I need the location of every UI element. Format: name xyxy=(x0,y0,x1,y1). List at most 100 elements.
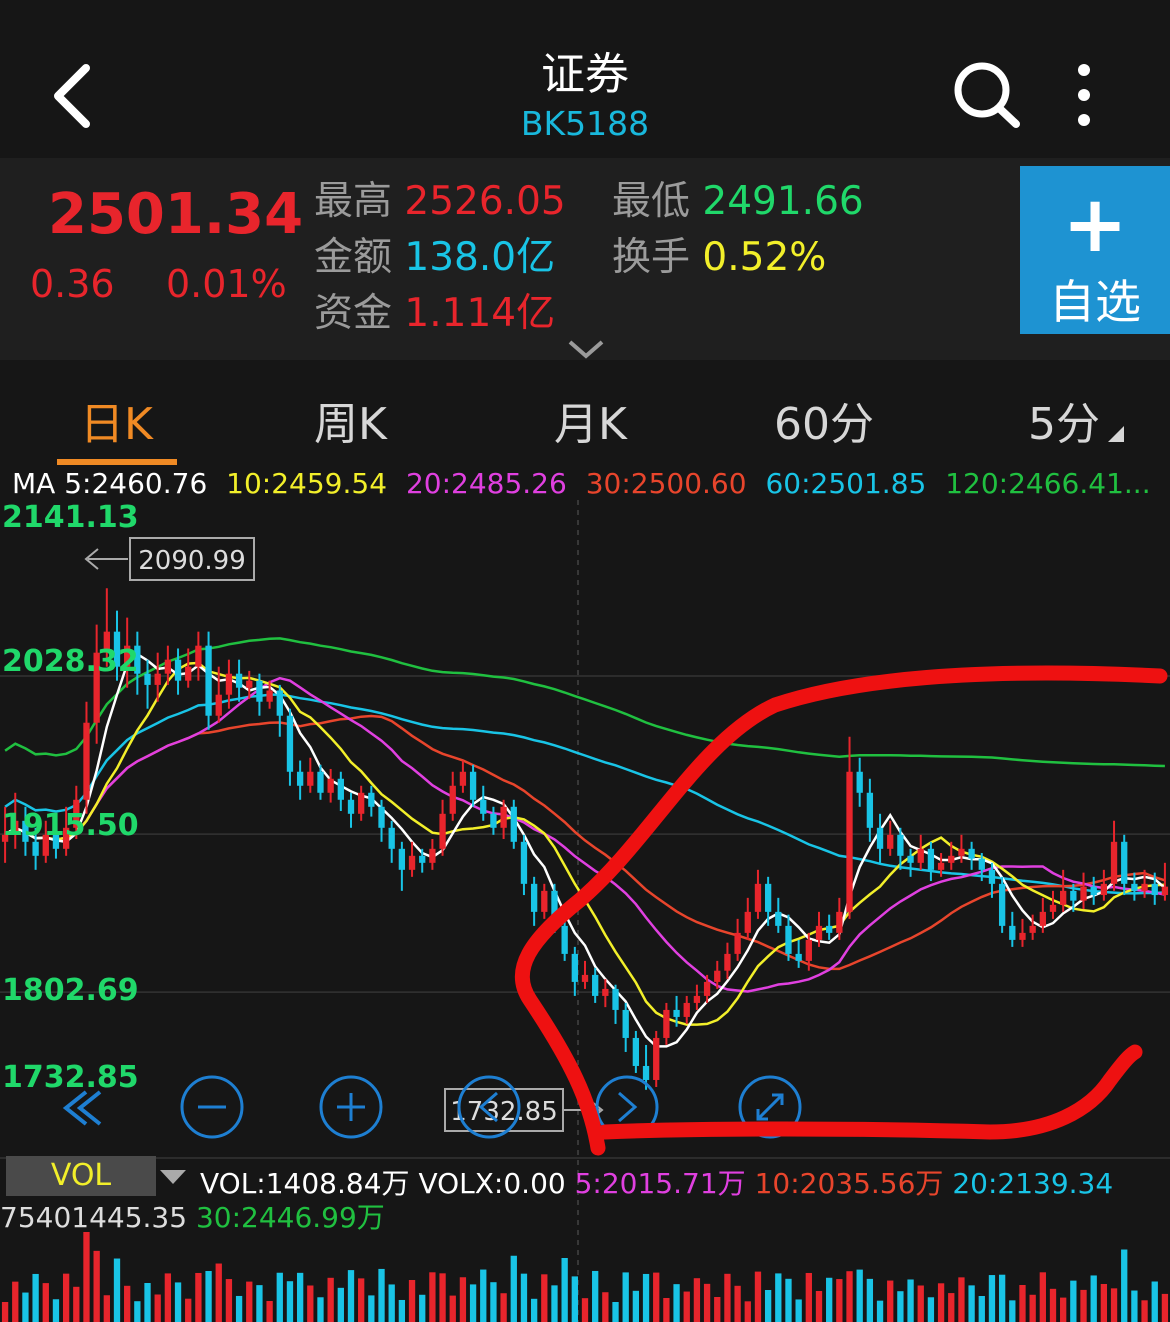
stat-high: 最高 2526.05 xyxy=(314,179,566,224)
volume-bar xyxy=(998,1274,1006,1322)
volume-bar xyxy=(764,1290,772,1322)
candle-body xyxy=(866,792,874,828)
volume-bar xyxy=(795,1299,802,1322)
zoom-out-icon[interactable] xyxy=(180,1075,244,1139)
tab-weekly-k[interactable]: 周K xyxy=(314,388,387,452)
volume-bar xyxy=(185,1298,192,1322)
candle-body xyxy=(927,848,935,870)
volume-bar xyxy=(703,1283,711,1322)
more-options-icon[interactable] xyxy=(1064,60,1104,130)
candle-body xyxy=(215,694,222,716)
volume-bar xyxy=(1131,1290,1138,1322)
plus-icon: + xyxy=(1062,180,1128,270)
volume-bar xyxy=(1110,1288,1118,1322)
volume-bar xyxy=(1090,1275,1097,1322)
candle-body xyxy=(205,645,212,716)
candle-body xyxy=(307,771,314,786)
candle-body xyxy=(358,792,365,814)
candle-body xyxy=(317,771,324,793)
volume-bar xyxy=(1151,1281,1158,1322)
candle-body xyxy=(958,848,965,856)
candle-body xyxy=(174,659,182,681)
volume-bar xyxy=(52,1299,60,1322)
volume-bar xyxy=(307,1285,314,1322)
vol-indicator-select[interactable]: VOL xyxy=(6,1156,156,1196)
candle-body xyxy=(714,970,721,982)
zoom-in-icon[interactable] xyxy=(319,1075,383,1139)
candle-body xyxy=(703,981,711,996)
volume-bar xyxy=(388,1284,395,1322)
candle-body xyxy=(225,673,233,695)
volume-bar xyxy=(42,1283,49,1322)
tab-more-indicator-icon[interactable] xyxy=(1108,426,1124,442)
candle-body xyxy=(856,771,863,793)
add-watchlist-button[interactable]: + 自选 xyxy=(1020,166,1170,334)
candle-body xyxy=(490,813,497,828)
volume-bar xyxy=(490,1282,497,1322)
search-icon[interactable] xyxy=(948,58,1024,134)
tab-60min[interactable]: 60分 xyxy=(774,388,874,452)
candle-body xyxy=(764,883,772,912)
volume-bar xyxy=(134,1301,141,1322)
candle-body xyxy=(32,841,39,856)
candle-body xyxy=(459,771,467,786)
candle-body xyxy=(602,988,609,996)
vol-dropdown-icon[interactable] xyxy=(160,1170,186,1184)
candle-body xyxy=(592,974,599,996)
candle-body xyxy=(368,792,375,807)
candle-body xyxy=(1100,883,1108,896)
ma10-value: 10:2459.54 xyxy=(226,467,388,500)
volume-bar xyxy=(836,1279,843,1322)
candle-body xyxy=(235,673,243,688)
volume-bar xyxy=(571,1276,578,1322)
candle-body xyxy=(1141,883,1148,891)
ma20-value: 20:2485.26 xyxy=(405,467,567,500)
candle-body xyxy=(1060,890,1067,905)
volume-bar xyxy=(256,1285,263,1322)
candle-body xyxy=(937,862,945,870)
volume-bar xyxy=(876,1300,884,1322)
volume-bar xyxy=(225,1279,233,1322)
volume-bar xyxy=(642,1273,650,1322)
volume-bar xyxy=(581,1298,589,1322)
volume-bar xyxy=(1009,1300,1016,1322)
volume-bar xyxy=(612,1302,619,1322)
candle-body xyxy=(154,673,161,685)
candle-body xyxy=(948,855,955,863)
candle-body xyxy=(571,953,578,982)
candle-body xyxy=(246,680,253,688)
tab-daily-k[interactable]: 日K xyxy=(80,388,153,452)
tab-monthly-k[interactable]: 月K xyxy=(554,388,627,452)
volume-bar xyxy=(937,1283,945,1322)
candle-body xyxy=(398,848,406,870)
candle-body xyxy=(724,953,731,971)
volume-bar xyxy=(887,1280,894,1322)
volume-bar xyxy=(235,1295,243,1322)
volume-bar xyxy=(246,1281,253,1322)
volume-bar xyxy=(317,1297,324,1322)
price-change-percent: 0.01% xyxy=(166,262,287,306)
volume-bar xyxy=(429,1272,436,1322)
expand-chevron-icon[interactable] xyxy=(566,336,606,360)
candle-body xyxy=(541,890,548,912)
volume-bar xyxy=(744,1301,751,1322)
candle-body xyxy=(1151,883,1158,896)
volume-bar xyxy=(734,1285,741,1322)
price-change: 0.36 xyxy=(30,262,115,306)
volume-bar xyxy=(368,1295,375,1322)
scroll-left-fast-icon[interactable] xyxy=(62,1090,102,1126)
candle-body xyxy=(1009,925,1016,940)
volume-bar xyxy=(897,1291,904,1322)
ma120-value: 120:2466.41... xyxy=(945,467,1151,500)
volume-bar xyxy=(195,1272,202,1322)
volume-bar xyxy=(541,1274,548,1322)
ma30-line xyxy=(4,714,1166,971)
stat-low: 最低 2491.66 xyxy=(612,179,864,224)
volume-bar xyxy=(103,1295,110,1322)
volume-bar xyxy=(805,1272,812,1322)
candle-body xyxy=(276,690,283,716)
y-label-top: 2141.13 xyxy=(2,500,139,535)
tab-5min[interactable]: 5分 xyxy=(1028,388,1100,452)
candle-body xyxy=(408,855,416,870)
ma5-value: 5:2460.76 xyxy=(64,467,208,500)
